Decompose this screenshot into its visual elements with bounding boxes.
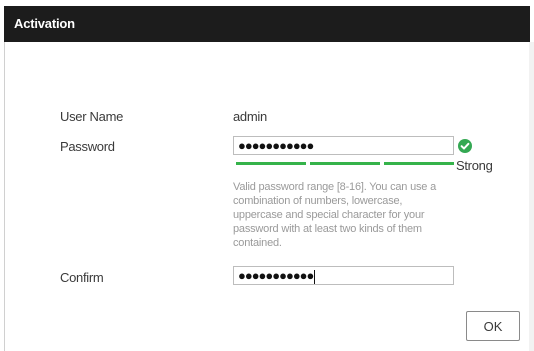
dialog-title: Activation bbox=[14, 16, 75, 31]
strength-segment-2 bbox=[310, 162, 380, 165]
username-label: User Name bbox=[60, 109, 124, 124]
check-circle-icon bbox=[458, 139, 472, 153]
dialog-edge bbox=[529, 42, 534, 351]
password-input[interactable]: ●●●●●●●●●●● bbox=[233, 136, 454, 155]
activation-dialog: Activation User Name admin Password ●●●●… bbox=[0, 0, 534, 351]
ok-button[interactable]: OK bbox=[466, 311, 520, 341]
confirm-label: Confirm bbox=[60, 270, 104, 285]
strength-label: Strong bbox=[456, 158, 493, 173]
password-masked-value: ●●●●●●●●●●● bbox=[238, 138, 314, 153]
username-value: admin bbox=[233, 109, 267, 124]
password-hint: Valid password range [8-16]. You can use… bbox=[233, 181, 436, 249]
strength-segment-3 bbox=[384, 162, 454, 165]
confirm-input[interactable]: ●●●●●●●●●●● bbox=[233, 266, 454, 285]
strength-segment-1 bbox=[236, 162, 306, 165]
text-caret bbox=[314, 269, 316, 284]
password-label: Password bbox=[60, 139, 115, 154]
dialog-title-bar: Activation bbox=[4, 6, 530, 42]
confirm-masked-value: ●●●●●●●●●●● bbox=[238, 268, 316, 284]
